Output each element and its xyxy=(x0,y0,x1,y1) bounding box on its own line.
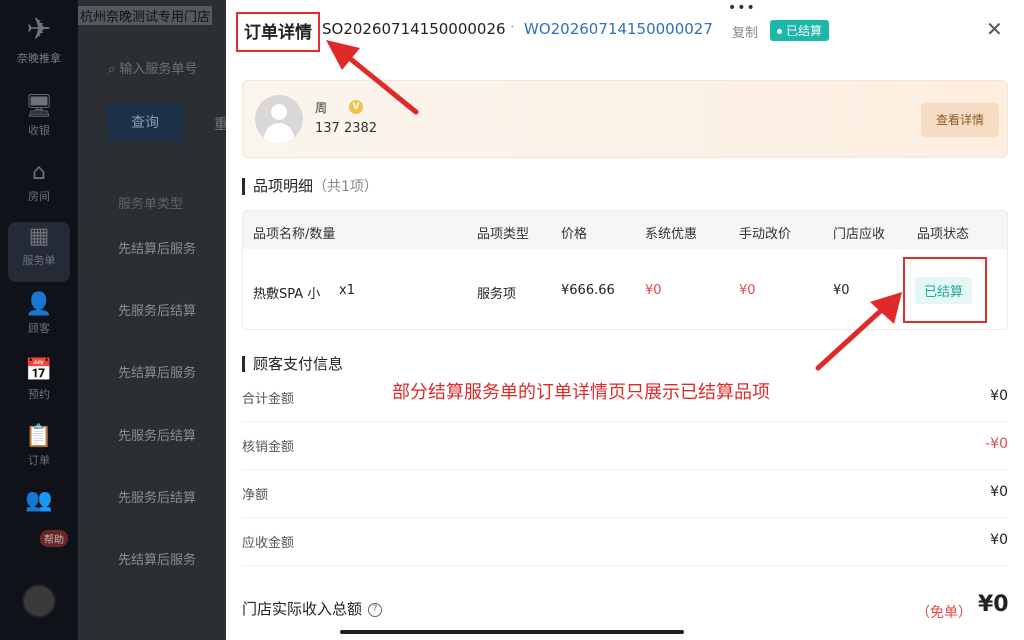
query-button[interactable]: 查询 xyxy=(107,104,183,142)
customer-card: 周 V 137 2382 查看详情 xyxy=(242,80,1008,158)
annotation-text: 部分结算服务单的订单详情页只展示已结算品项 xyxy=(392,382,770,403)
wo-number-link[interactable]: WO20260714150000027 xyxy=(524,20,713,38)
item-name: 热敷SPA 小 xyxy=(253,287,321,302)
nav-item-order[interactable]: 📋 订单 xyxy=(8,422,70,482)
customer-name: 周 xyxy=(315,101,328,115)
customer-person-icon: 👤 xyxy=(25,292,53,317)
background-page xyxy=(78,0,228,640)
store-income-total-label: 门店实际收入总额? xyxy=(242,598,383,619)
items-section-title-text: 品项明细 xyxy=(253,177,314,195)
item-type: 服务项 xyxy=(477,287,517,302)
item-manual-change: ¥0 xyxy=(739,283,756,298)
left-navigation: ✈ 奈晚推拿 🖥 收银 ⌂ 房间 ▦ 服务单 👤 顾客 📅 预约 📋 订单 👥 … xyxy=(0,0,78,640)
status-highlight-box xyxy=(903,257,987,323)
order-clipboard-icon: 📋 xyxy=(25,424,53,449)
help-question-icon[interactable]: ? xyxy=(368,602,383,617)
payment-label: 净额 xyxy=(242,488,269,503)
copy-button[interactable]: 复制 xyxy=(732,22,758,41)
search-icon: ⌕ xyxy=(108,62,120,77)
nav-label: 顾客 xyxy=(28,322,50,335)
nav-label: 服务单 xyxy=(22,254,56,267)
column-header: 门店应收 xyxy=(833,227,886,242)
status-badge: 已结算 xyxy=(770,20,830,41)
payment-section-title: 顾客支付信息 xyxy=(242,356,343,372)
items-table-header: 品项名称/数量 品项类型 价格 系统优惠 手动改价 门店应收 品项状态 xyxy=(243,211,1007,249)
nav-item-customer[interactable]: 👤 顾客 xyxy=(8,290,70,350)
items-count: （共1项） xyxy=(313,179,378,195)
nav-item-cashier[interactable]: 🖥 收银 xyxy=(8,92,70,152)
order-detail-panel: ••• 订单详情 SO20260714150000026 · WO2026071… xyxy=(226,0,1024,640)
vip-badge-icon: V xyxy=(349,100,363,114)
store-income-total-value: ¥0 xyxy=(978,592,1009,617)
cashier-monitor-icon: 🖥 xyxy=(25,94,53,119)
payment-value: -¥0 xyxy=(985,436,1008,452)
nav-item-staff[interactable]: 👥 xyxy=(8,486,70,520)
search-placeholder: 输入服务单号 xyxy=(119,62,198,77)
column-header: 手动改价 xyxy=(739,227,792,242)
room-house-icon: ⌂ xyxy=(32,160,46,185)
column-header: 价格 xyxy=(561,227,588,242)
brand-logo: ✈ 奈晚推拿 xyxy=(8,10,70,74)
column-header: 品项状态 xyxy=(917,227,970,242)
payment-row-receivable: 应收金额 ¥0 xyxy=(242,518,1008,566)
free-order-tag: （免单） xyxy=(916,605,972,621)
nav-label: 预约 xyxy=(28,388,50,401)
brand-name: 奈晚推拿 xyxy=(17,52,61,65)
payment-value: ¥0 xyxy=(990,388,1008,404)
payment-row-net: 净额 ¥0 xyxy=(242,470,1008,518)
so-number: SO20260714150000026 xyxy=(322,20,506,38)
nav-item-service-order[interactable]: ▦ 服务单 xyxy=(8,222,70,282)
status-badge-label: 已结算 xyxy=(786,24,823,38)
search-input[interactable]: ⌕ 输入服务单号 xyxy=(108,58,238,80)
drag-handle-icon[interactable]: ••• xyxy=(728,1,756,15)
list-item[interactable]: 先结算后服务 xyxy=(118,549,196,568)
appointment-calendar-icon: 📅 xyxy=(25,358,53,383)
column-header: 品项名称/数量 xyxy=(253,227,336,242)
item-price: ¥666.66 xyxy=(561,283,615,298)
help-badge[interactable]: 帮助 xyxy=(40,530,68,547)
store-name: 杭州奈晚测试专用门店 xyxy=(78,6,213,25)
payment-label: 合计金额 xyxy=(242,392,295,407)
item-quantity: x1 xyxy=(339,283,355,298)
payment-value: ¥0 xyxy=(990,484,1008,500)
column-header: 品项类型 xyxy=(477,227,530,242)
payment-row-writeoff: 核销金额 -¥0 xyxy=(242,422,1008,470)
home-indicator[interactable] xyxy=(340,630,684,634)
user-avatar[interactable] xyxy=(22,584,56,618)
nav-label: 收银 xyxy=(28,124,50,137)
title-highlight-box xyxy=(236,12,320,52)
payment-label: 应收金额 xyxy=(242,536,295,551)
number-separator: · xyxy=(510,18,515,36)
item-store-receivable: ¥0 xyxy=(833,283,850,298)
column-header-order-type: 服务单类型 xyxy=(118,197,184,212)
customer-avatar xyxy=(255,95,303,143)
payment-label: 核销金额 xyxy=(242,440,295,455)
list-item[interactable]: 先服务后结算 xyxy=(118,487,196,506)
column-header: 系统优惠 xyxy=(645,227,698,242)
item-system-discount: ¥0 xyxy=(645,283,662,298)
list-item[interactable]: 先结算后服务 xyxy=(118,238,196,257)
list-item[interactable]: 先服务后结算 xyxy=(118,425,196,444)
payment-value: ¥0 xyxy=(990,532,1008,548)
nav-item-room[interactable]: ⌂ 房间 xyxy=(8,158,70,218)
nav-item-appointment[interactable]: 📅 预约 xyxy=(8,356,70,416)
items-table: 品项名称/数量 品项类型 价格 系统优惠 手动改价 门店应收 品项状态 热敷SP… xyxy=(242,210,1008,330)
nav-label: 房间 xyxy=(28,190,50,203)
close-icon[interactable]: ✕ xyxy=(986,18,1003,40)
list-item[interactable]: 先服务后结算 xyxy=(118,300,196,319)
items-section-title: 品项明细（共1项） xyxy=(242,178,378,195)
service-order-icon: ▦ xyxy=(28,224,50,249)
list-item[interactable]: 先结算后服务 xyxy=(118,362,196,381)
total-label-text: 门店实际收入总额 xyxy=(242,600,363,618)
customer-phone: 137 2382 xyxy=(315,121,378,136)
view-customer-detail-button[interactable]: 查看详情 xyxy=(921,103,999,137)
status-dot-icon xyxy=(777,29,782,34)
brand-mark-icon: ✈ xyxy=(26,12,52,47)
staff-group-icon: 👥 xyxy=(25,488,53,513)
nav-label: 订单 xyxy=(28,454,50,467)
